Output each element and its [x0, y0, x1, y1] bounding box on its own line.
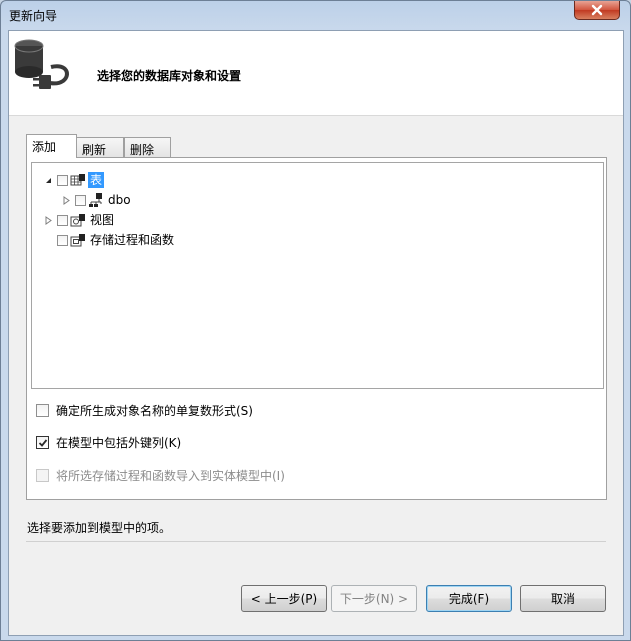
tab-refresh-label: 刷新 — [82, 143, 107, 157]
procs-checkbox[interactable] — [57, 234, 68, 246]
tree-label-procs[interactable]: 存储过程和函数 — [88, 232, 176, 248]
next-button: 下一步(N) > — [331, 585, 417, 612]
close-icon — [591, 4, 603, 16]
import-procs-label: 将所选存储过程和函数导入到实体模型中(I) — [56, 469, 285, 483]
tree-expander[interactable] — [44, 215, 53, 225]
back-button-label: < 上一步(P) — [250, 592, 318, 606]
pluralize-checkbox[interactable] — [36, 404, 49, 417]
tree-node-views[interactable]: 视图 — [44, 211, 116, 229]
import-procs-checkbox — [36, 469, 49, 482]
procedure-folder-icon — [70, 234, 85, 247]
tree-label-tables[interactable]: 表 — [88, 172, 105, 188]
tab-delete[interactable]: 删除 — [124, 137, 171, 158]
table-folder-icon — [70, 174, 85, 186]
view-folder-icon — [70, 214, 85, 227]
tree-expander[interactable] — [62, 195, 71, 205]
schema-icon — [89, 193, 102, 207]
tree-node-dbo[interactable]: dbo — [62, 191, 133, 209]
dbo-checkbox[interactable] — [75, 194, 86, 206]
status-hint: 选择要添加到模型中的项。 — [27, 521, 172, 535]
cancel-button-label: 取消 — [550, 592, 575, 606]
tree-label-views[interactable]: 视图 — [88, 212, 116, 228]
divider — [26, 541, 606, 542]
option-pluralize[interactable]: 确定所生成对象名称的单复数形式(S) — [36, 402, 253, 419]
foreign-keys-label[interactable]: 在模型中包括外键列(K) — [56, 434, 181, 451]
tab-add[interactable]: 添加 — [26, 134, 77, 158]
tree-node-tables[interactable]: 表 — [44, 171, 105, 189]
window-title: 更新向导 — [9, 9, 58, 23]
collapsed-arrow-icon — [63, 195, 70, 205]
title-bar[interactable]: 更新向导 — [1, 1, 630, 29]
close-button[interactable] — [574, 1, 620, 20]
tree-expander[interactable] — [44, 176, 53, 185]
database-plug-icon — [14, 39, 69, 89]
page-title: 选择您的数据库对象和设置 — [97, 69, 242, 83]
option-foreign-keys[interactable]: 在模型中包括外键列(K) — [36, 434, 181, 451]
expanded-arrow-icon — [46, 177, 51, 183]
collapsed-arrow-icon — [45, 215, 52, 225]
wizard-client: 选择您的数据库对象和设置 添加 刷新 删除 表 dbo 视图 存储过程和函数 确… — [8, 30, 624, 636]
tree-label-dbo[interactable]: dbo — [106, 192, 133, 208]
back-button[interactable]: < 上一步(P) — [241, 585, 327, 612]
wizard-window: 更新向导 选择您的数据库对象和设置 添加 刷新 删除 表 dbo 视图 存储过程… — [0, 0, 631, 641]
tab-panel-add: 表 dbo 视图 存储过程和函数 确定所生成对象名称的单复数形式(S) 在模型中… — [26, 157, 607, 500]
next-button-label: 下一步(N) > — [339, 592, 409, 606]
option-import-procs: 将所选存储过程和函数导入到实体模型中(I) — [36, 467, 285, 484]
finish-button-label: 完成(F) — [448, 592, 490, 606]
checkmark-icon — [38, 438, 47, 447]
foreign-keys-checkbox[interactable] — [36, 436, 49, 449]
tab-delete-label: 删除 — [130, 143, 155, 157]
views-checkbox[interactable] — [57, 214, 68, 226]
tab-add-label: 添加 — [32, 140, 57, 154]
tables-checkbox[interactable] — [57, 174, 68, 186]
tab-refresh[interactable]: 刷新 — [76, 137, 124, 158]
cancel-button[interactable]: 取消 — [520, 585, 606, 612]
object-tree[interactable]: 表 dbo 视图 存储过程和函数 — [31, 162, 604, 389]
pluralize-label[interactable]: 确定所生成对象名称的单复数形式(S) — [56, 402, 253, 419]
finish-button[interactable]: 完成(F) — [426, 585, 512, 612]
wizard-header: 选择您的数据库对象和设置 — [9, 31, 623, 116]
tree-node-procs[interactable]: 存储过程和函数 — [57, 231, 176, 249]
